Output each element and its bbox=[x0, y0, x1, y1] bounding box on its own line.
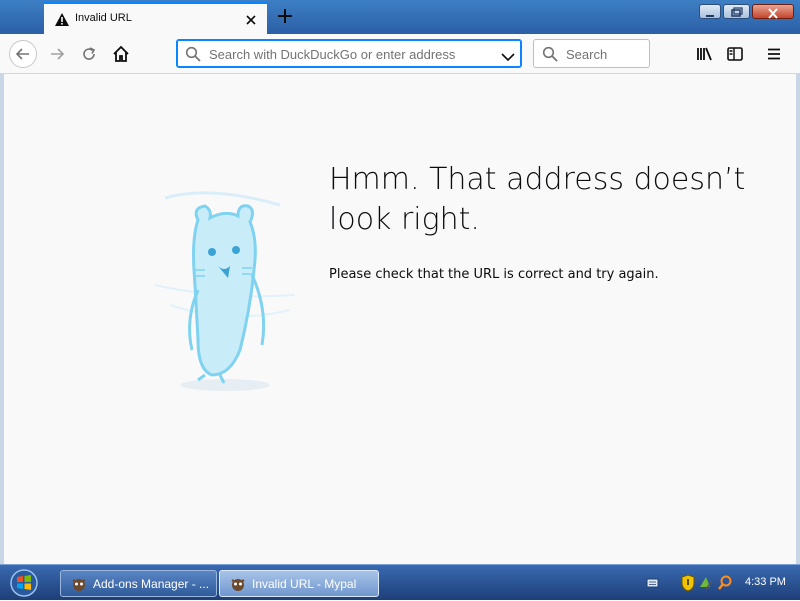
mypal-browser-icon bbox=[230, 576, 246, 592]
sidebar-button[interactable] bbox=[721, 40, 749, 68]
network-icon bbox=[700, 577, 713, 590]
back-arrow-icon bbox=[15, 48, 29, 60]
taskbar-clock: 4:33 PM bbox=[745, 576, 786, 588]
mypal-browser-icon bbox=[71, 576, 87, 592]
restore-button[interactable] bbox=[723, 4, 750, 19]
search-icon bbox=[542, 46, 558, 66]
window-frame-right bbox=[796, 74, 800, 564]
taskbar-item-label: Add-ons Manager - ... bbox=[93, 576, 210, 591]
taskbar-item-label: Invalid URL - Mypal bbox=[252, 576, 357, 591]
title-bar: Invalid URL bbox=[0, 0, 800, 34]
close-window-button[interactable] bbox=[752, 4, 794, 19]
keyboard-icon bbox=[646, 578, 659, 588]
taskbar-item-addons-manager[interactable]: Add-ons Manager - ... bbox=[60, 570, 217, 597]
system-tray bbox=[640, 571, 740, 595]
library-button[interactable] bbox=[691, 40, 719, 68]
error-description: Please check that the URL is correct and… bbox=[329, 267, 659, 282]
back-button[interactable] bbox=[9, 40, 37, 68]
error-heading: Hmm. That address doesn’t look right. bbox=[329, 162, 746, 237]
reload-icon bbox=[83, 47, 96, 60]
chevron-down-icon[interactable] bbox=[501, 48, 515, 67]
tab-title: Invalid URL bbox=[75, 12, 132, 24]
hamburger-menu-icon bbox=[768, 48, 780, 60]
home-button[interactable] bbox=[107, 40, 135, 68]
home-icon bbox=[113, 45, 129, 62]
url-input[interactable] bbox=[207, 46, 491, 63]
reload-button[interactable] bbox=[75, 40, 103, 68]
tab-invalid-url[interactable]: Invalid URL bbox=[44, 2, 267, 34]
url-bar[interactable] bbox=[176, 39, 522, 68]
page-content bbox=[4, 74, 796, 564]
new-tab-button[interactable] bbox=[275, 6, 295, 26]
search-input[interactable] bbox=[564, 46, 648, 63]
start-button[interactable] bbox=[8, 569, 40, 597]
search-icon bbox=[185, 46, 201, 66]
close-tab-icon[interactable] bbox=[244, 12, 258, 26]
taskbar-item-invalid-url[interactable]: Invalid URL - Mypal bbox=[219, 570, 379, 597]
minimize-button[interactable] bbox=[699, 4, 721, 19]
search-bar[interactable] bbox=[533, 39, 650, 68]
error-illustration bbox=[150, 180, 300, 400]
sidebar-icon bbox=[727, 47, 743, 61]
navigation-toolbar bbox=[0, 34, 800, 74]
taskbar: Add-ons Manager - ... Invalid URL - Mypa… bbox=[0, 564, 800, 600]
forward-button[interactable] bbox=[43, 40, 71, 68]
search-icon bbox=[718, 575, 732, 590]
library-icon bbox=[697, 47, 712, 61]
shield-icon bbox=[681, 574, 695, 592]
warning-icon bbox=[55, 11, 69, 30]
menu-button[interactable] bbox=[760, 40, 788, 68]
forward-arrow-icon bbox=[51, 48, 65, 60]
